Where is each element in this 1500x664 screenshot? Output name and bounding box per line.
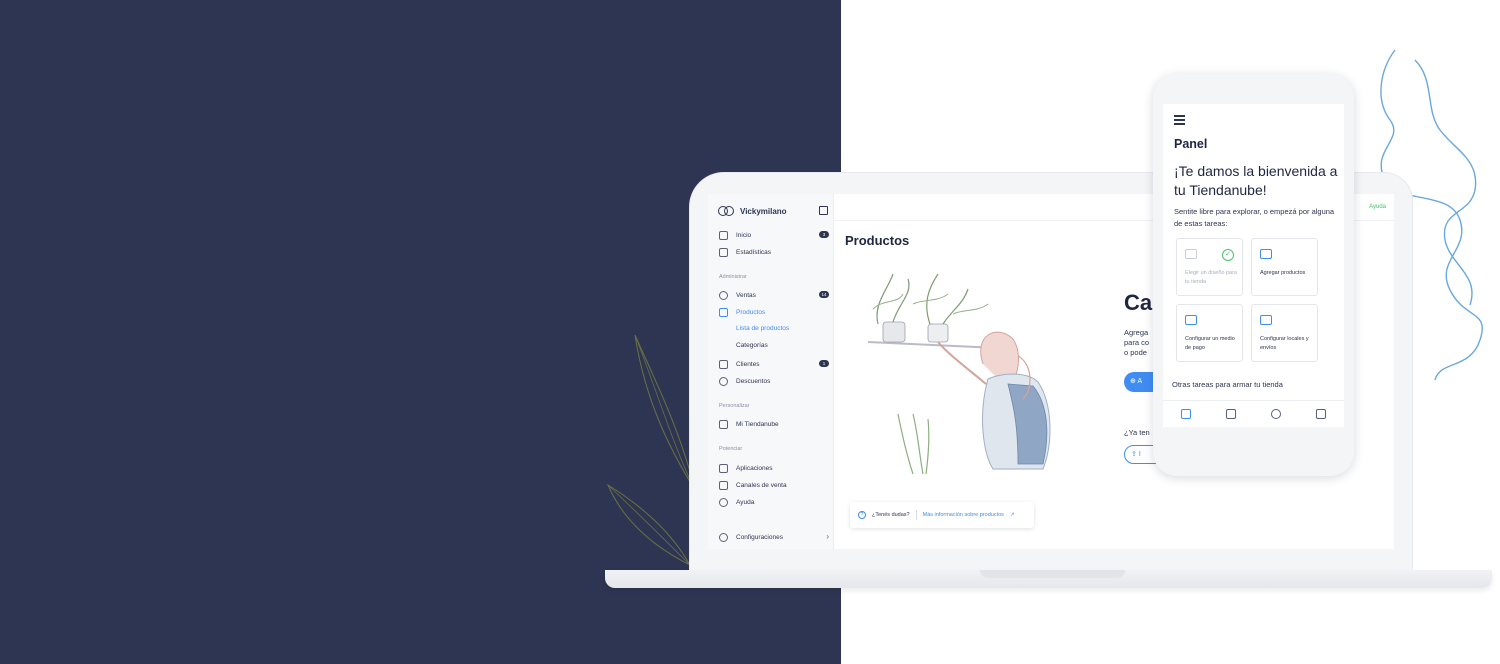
sidebar-item-descuentos[interactable]: Descuentos [719,376,829,386]
clientes-badge: 1 [819,360,829,367]
more-tasks-link[interactable]: Otras tareas para armar tu tienda [1172,380,1283,389]
users-icon [719,359,728,369]
section-administrar: Administrar [719,274,747,280]
task-card-agregar-productos[interactable]: Agregar productos [1251,238,1318,296]
sidebar-item-canales-venta[interactable]: Canales de venta [719,480,829,490]
sidebar-item-label: Configuraciones [736,533,783,541]
hamburger-menu-icon[interactable] [1174,115,1185,127]
welcome-subtitle: Sentite libre para explorar, o empezá po… [1174,207,1335,228]
brush-icon [1185,249,1197,259]
apps-icon [719,463,728,473]
section-potenciar: Potenciar [719,446,743,452]
store-name: Vickymilano [740,206,787,216]
dollar-icon [719,290,728,300]
help-card: ? ¿Tenés dudas? Más información sobre pr… [850,502,1034,528]
sidebar-item-label: Estadísticas [736,248,772,256]
percent-icon [719,376,728,386]
sidebar-item-configuraciones[interactable]: Configuraciones › [719,532,829,542]
task-card-medio-pago[interactable]: Configurar un medio de pago [1176,304,1243,362]
credit-card-icon [1185,315,1197,325]
task-label: Elegir un diseño para tu tienda [1185,270,1237,285]
sidebar-item-label: Productos [736,308,766,316]
task-card-locales-envios[interactable]: Configurar locales y envíos [1251,304,1318,362]
sidebar-item-label: Canales de venta [736,481,787,489]
section-personalizar: Personalizar [719,403,750,409]
task-card-elegir-diseno[interactable]: ✓ Elegir un diseño para tu tienda [1176,238,1243,296]
tag-icon [719,307,728,317]
sidebar-subitem-lista-productos[interactable]: Lista de productos [736,325,789,332]
truck-icon [1260,315,1272,325]
sidebar-item-label: Clientes [736,360,760,368]
channels-icon [719,480,728,490]
inicio-badge: 3 [819,231,829,238]
welcome-heading: ¡Te damos la bienvenida a tu Tiendanube! [1174,163,1338,198]
gear-icon [719,532,728,542]
store-brand[interactable]: Vickymilano [718,204,787,218]
task-label: Configurar locales y envíos [1260,336,1309,351]
more-info-link[interactable]: Más información sobre productos [923,512,1004,518]
phone-frame: Panel ¡Te damos la bienvenida a tu Tiend… [1153,74,1354,476]
sidebar-item-label: Mi Tiendanube [736,420,779,428]
brush-icon [719,419,728,429]
laptop-notch [980,570,1125,578]
check-circle-icon: ✓ [1222,249,1234,261]
page-title: Productos [845,233,910,248]
phone-tab-bar [1163,400,1344,427]
admin-sidebar: Vickymilano Inicio 3 Estadísticas Admini… [708,194,834,549]
task-label: Agregar productos [1260,270,1306,276]
empty-state-title: Ca [1124,290,1153,315]
sidebar-item-ayuda[interactable]: Ayuda [719,497,829,507]
chart-icon [719,247,728,257]
already-have-products-text: ¿Ya ten [1124,428,1150,437]
sidebar-item-productos[interactable]: Productos [719,307,829,317]
tag-icon[interactable] [1316,409,1327,419]
sidebar-item-clientes[interactable]: Clientes 1 [719,359,829,369]
ventas-badge: 14 [819,291,829,298]
sidebar-item-label: Aplicaciones [736,464,773,472]
chart-icon[interactable] [1225,409,1236,419]
sidebar-item-label: Inicio [736,231,752,239]
tiendanube-logo-icon [718,206,734,216]
edit-store-icon[interactable] [819,206,828,215]
help-question: ¿Tenés dudas? [872,512,910,518]
sidebar-item-aplicaciones[interactable]: Aplicaciones [719,463,829,473]
button-label: I [1138,451,1141,458]
help-icon [719,497,728,507]
button-label: A [1137,378,1143,385]
question-icon: ? [858,511,866,519]
sidebar-item-mi-tiendanube[interactable]: Mi Tiendanube [719,419,829,429]
sidebar-item-label: Descuentos [736,377,771,385]
sidebar-item-ventas[interactable]: Ventas 14 [719,290,829,300]
tag-icon [1260,249,1272,259]
sidebar-item-inicio[interactable]: Inicio 3 [719,230,829,240]
divider [915,510,917,520]
task-label: Configurar un medio de pago [1185,336,1235,351]
sidebar-item-label: Ayuda [736,498,755,506]
home-icon [719,230,728,240]
panel-title: Panel [1174,137,1208,151]
sidebar-item-label: Ventas [736,291,756,299]
plus-circle-icon: ⊕ [1130,378,1136,385]
import-icon: ⇪ [1131,451,1137,458]
sidebar-item-estadisticas[interactable]: Estadísticas [719,247,829,257]
sidebar-subitem-categorias[interactable]: Categorías [736,342,768,349]
help-link[interactable]: Ayuda [1369,204,1386,210]
external-link-icon: ↗ [1009,512,1015,518]
woman-watering-plants-illustration [868,273,1051,475]
home-icon[interactable] [1180,409,1191,419]
phone-screen: Panel ¡Te damos la bienvenida a tu Tiend… [1163,104,1344,427]
chevron-right-icon: › [826,532,829,541]
dollar-icon[interactable] [1271,409,1282,419]
